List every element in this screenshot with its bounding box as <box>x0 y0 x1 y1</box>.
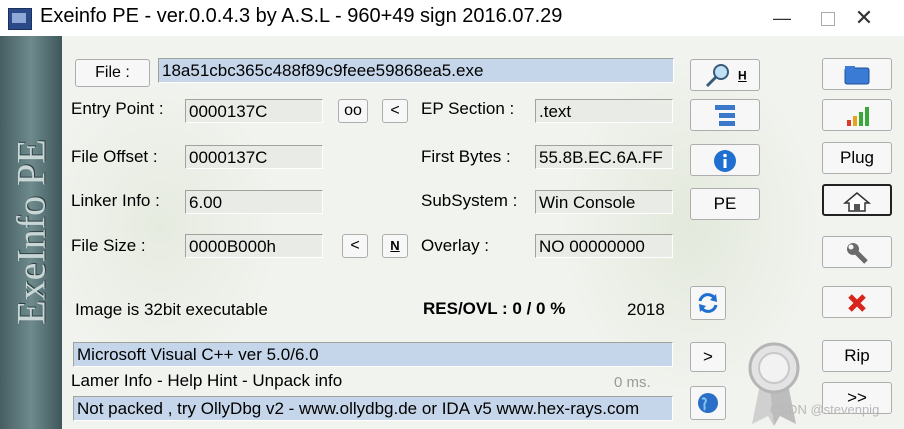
size-n-button[interactable]: N <box>382 234 408 258</box>
lamer-info-link[interactable]: Lamer Info - Help Hint - Unpack info <box>71 371 342 391</box>
size-back-button[interactable]: < <box>342 234 368 258</box>
folder-icon <box>844 65 870 85</box>
home-button[interactable] <box>822 184 892 216</box>
pe-button[interactable]: PE <box>690 188 760 220</box>
window-title: Exeinfo PE - ver.0.0.4.3 by A.S.L - 960+… <box>40 5 563 27</box>
first-bytes-label: First Bytes : <box>421 147 511 166</box>
open-folder-button[interactable] <box>822 58 892 90</box>
file-button-label: File : <box>95 64 130 81</box>
tools-button[interactable] <box>822 236 892 268</box>
file-offset-field[interactable]: 0000137C <box>185 145 323 169</box>
scan-time-text: 0 ms. <box>614 374 651 391</box>
file-name-field[interactable]: 18a51cbc365c488f89c9feee59868ea5.exe <box>158 58 674 83</box>
refresh-button[interactable] <box>690 286 726 320</box>
file-size-label: File Size : <box>71 236 146 255</box>
web-button[interactable] <box>690 386 726 420</box>
compiler-field[interactable]: Microsoft Visual C++ ver 5.0/6.0 <box>73 342 673 367</box>
ep-back-button[interactable]: < <box>382 99 408 123</box>
magnifier-icon <box>706 63 730 87</box>
home-icon <box>842 191 872 212</box>
stats-button[interactable] <box>822 99 892 131</box>
plug-button-label: Plug <box>839 148 875 167</box>
app-icon <box>8 8 32 30</box>
res-ovl-text: RES/OVL : 0 / 0 % <box>423 299 566 318</box>
subsystem-field[interactable]: Win Console <box>535 190 673 214</box>
minimize-target[interactable] <box>760 4 804 32</box>
exit-button[interactable] <box>822 286 892 318</box>
ep-section-field[interactable]: .text <box>535 99 673 123</box>
year-text: 2018 <box>627 300 665 319</box>
hint-field[interactable]: Not packed , try OllyDbg v2 - www.ollydb… <box>73 396 673 421</box>
rip-button[interactable]: Rip <box>822 340 892 372</box>
image-type-text: Image is 32bit executable <box>75 300 268 319</box>
linker-info-label: Linker Info : <box>71 191 160 210</box>
entry-point-label: Entry Point : <box>71 99 164 118</box>
red-x-icon <box>848 293 866 312</box>
file-size-field[interactable]: 0000B000h <box>185 234 323 258</box>
subsystem-label: SubSystem : <box>421 191 518 210</box>
signal-bars-icon <box>847 106 869 126</box>
linker-info-field[interactable]: 6.00 <box>185 190 323 214</box>
sections-button[interactable] <box>690 99 760 131</box>
globe-icon <box>698 392 718 413</box>
watermark-text: CSDN @stevenpig <box>770 402 880 417</box>
overlay-field[interactable]: NO 00000000 <box>535 234 673 258</box>
title-bar: Exeinfo PE - ver.0.0.4.3 by A.S.L - 960+… <box>0 0 904 36</box>
logo-sidebar: ExeInfo PE <box>0 36 62 429</box>
rip-button-label: Rip <box>844 346 870 365</box>
search-button[interactable]: H <box>690 59 760 91</box>
logo-text: ExeInfo PE <box>8 139 54 325</box>
wrench-icon <box>847 242 868 264</box>
next-arrow-button[interactable]: > <box>690 342 726 372</box>
first-bytes-field[interactable]: 55.8B.EC.6A.FF <box>535 145 673 169</box>
close-button[interactable]: ✕ <box>842 4 886 32</box>
tree-list-icon <box>715 104 735 126</box>
refresh-icon <box>698 292 718 313</box>
plug-button[interactable]: Plug <box>822 142 892 174</box>
entry-point-field[interactable]: 0000137C <box>185 99 323 123</box>
overlay-label: Overlay : <box>421 236 490 255</box>
file-offset-label: File Offset : <box>71 147 158 166</box>
search-h-label: H <box>738 68 747 83</box>
ep-section-label: EP Section : <box>421 99 515 118</box>
main-panel: ExeInfo PE File : 18a51cbc365c488f89c9fe… <box>0 36 904 429</box>
info-button[interactable] <box>690 144 760 176</box>
oo-button[interactable]: oo <box>338 99 368 123</box>
info-icon <box>714 149 736 172</box>
file-button[interactable]: File : <box>75 59 150 87</box>
